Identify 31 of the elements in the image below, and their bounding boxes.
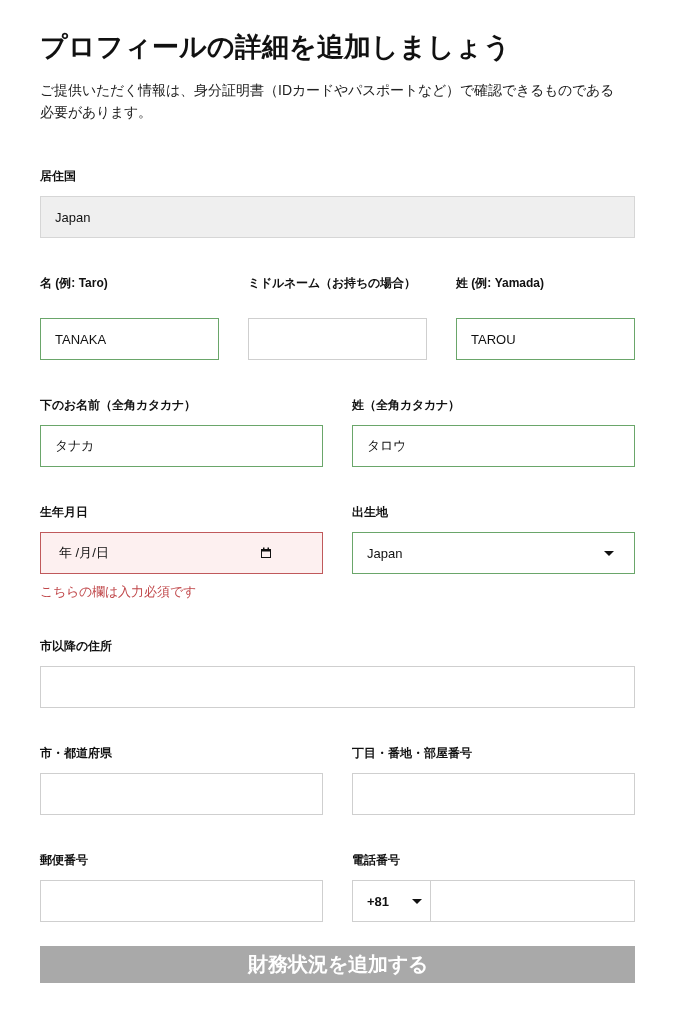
input-field[interactable]: TAROU [456,318,635,360]
field-label: ミドルネーム（お持ちの場合） [248,276,417,292]
field-label: 姓 (例: Yamada) [456,276,546,292]
field-label: 市以降の住所 [40,639,113,654]
field-label: 生年月日 [40,505,89,520]
input-field[interactable] [40,666,635,708]
phone-input[interactable] [430,880,635,922]
caret-icon [604,550,614,556]
input-field[interactable] [40,773,323,815]
input-field[interactable] [40,880,323,922]
field-label: 下のお名前（全角カタカナ） [40,398,197,413]
input-field[interactable]: タロウ [352,425,635,467]
error-message: こちらの欄は入力必須です [40,583,197,601]
input-field[interactable] [248,318,427,360]
description-text: ご提供いただく情報は、身分証明書（IDカードやパスポートなど）で確認できるものである必要があります。 [40,81,615,122]
field-label: 郵便番号 [40,853,89,868]
date-field[interactable]: 年 /月/日 [40,532,323,574]
select-field[interactable]: Japan [352,532,635,574]
calendar-icon[interactable] [260,547,272,559]
caret-icon [412,898,422,904]
field-label: 電話番号 [352,853,401,868]
input-field[interactable] [352,773,635,815]
field-label: 居住国 [40,169,77,184]
field-label: 出生地 [352,505,389,520]
field-label: 名 (例: Taro) [40,276,109,292]
field-label: 姓（全角カタカナ） [352,398,461,413]
field-label: 市・都道府県 [40,746,113,761]
input-field[interactable]: TANAKA [40,318,219,360]
page-title: プロフィールの詳細を追加しましょう [40,31,512,64]
field-label: 丁目・番地・部屋番号 [352,746,473,761]
input-field[interactable]: タナカ [40,425,323,467]
